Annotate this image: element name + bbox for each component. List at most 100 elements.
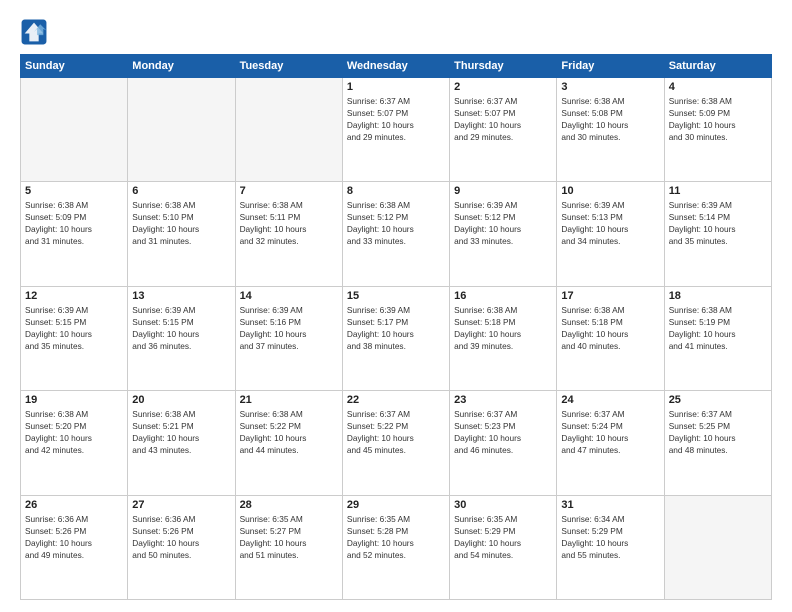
calendar-page: SundayMondayTuesdayWednesdayThursdayFrid… <box>0 0 792 612</box>
day-info: Sunrise: 6:35 AM Sunset: 5:29 PM Dayligh… <box>454 513 552 561</box>
calendar-cell: 27 Sunrise: 6:36 AM Sunset: 5:26 PM Dayli… <box>128 495 235 599</box>
day-info: Sunrise: 6:38 AM Sunset: 5:18 PM Dayligh… <box>454 304 552 352</box>
weekday-header-row: SundayMondayTuesdayWednesdayThursdayFrid… <box>21 55 772 78</box>
day-info: Sunrise: 6:38 AM Sunset: 5:19 PM Dayligh… <box>669 304 767 352</box>
calendar-cell: 23Sunrise: 6:37 AM Sunset: 5:23 PM Dayli… <box>450 391 557 495</box>
day-number: 26 <box>25 499 123 511</box>
weekday-sunday: Sunday <box>21 55 128 78</box>
calendar-cell: 2Sunrise: 6:37 AM Sunset: 5:07 PM Daylig… <box>450 78 557 182</box>
calendar-cell: 26 Sunrise: 6:36 AM Sunset: 5:26 PM Dayli… <box>21 495 128 599</box>
calendar-cell: 18 Sunrise: 6:38 AM Sunset: 5:19 PM Dayli… <box>664 286 771 390</box>
calendar-cell: 31 Sunrise: 6:34 AM Sunset: 5:29 PM Dayli… <box>557 495 664 599</box>
day-number: 16 <box>454 290 552 302</box>
day-number: 29 <box>347 499 445 511</box>
calendar-cell: 30 Sunrise: 6:35 AM Sunset: 5:29 PM Dayli… <box>450 495 557 599</box>
day-info: Sunrise: 6:36 AM Sunset: 5:26 PM Dayligh… <box>132 513 230 561</box>
week-row-3: 19Sunrise: 6:38 AM Sunset: 5:20 PM Dayli… <box>21 391 772 495</box>
top-section <box>20 18 772 46</box>
day-info: Sunrise: 6:39 AM Sunset: 5:15 PM Dayligh… <box>25 304 123 352</box>
day-number: 3 <box>561 81 659 93</box>
day-info: Sunrise: 6:37 AM Sunset: 5:24 PM Dayligh… <box>561 408 659 456</box>
day-number: 2 <box>454 81 552 93</box>
day-number: 5 <box>25 185 123 197</box>
calendar-table: SundayMondayTuesdayWednesdayThursdayFrid… <box>20 54 772 600</box>
week-row-1: 5 Sunrise: 6:38 AM Sunset: 5:09 PM Daylig… <box>21 182 772 286</box>
day-number: 1 <box>347 81 445 93</box>
day-info: Sunrise: 6:38 AM Sunset: 5:09 PM Dayligh… <box>25 199 123 247</box>
logo-icon <box>20 18 48 46</box>
day-info: Sunrise: 6:39 AM Sunset: 5:16 PM Dayligh… <box>240 304 338 352</box>
calendar-cell: 19Sunrise: 6:38 AM Sunset: 5:20 PM Dayli… <box>21 391 128 495</box>
calendar-cell: 1Sunrise: 6:37 AM Sunset: 5:07 PM Daylig… <box>342 78 449 182</box>
calendar-cell <box>235 78 342 182</box>
calendar-cell: 15 Sunrise: 6:39 AM Sunset: 5:17 PM Dayli… <box>342 286 449 390</box>
week-row-2: 12 Sunrise: 6:39 AM Sunset: 5:15 PM Dayli… <box>21 286 772 390</box>
day-number: 9 <box>454 185 552 197</box>
calendar-cell: 8 Sunrise: 6:38 AM Sunset: 5:12 PM Daylig… <box>342 182 449 286</box>
week-row-0: 1Sunrise: 6:37 AM Sunset: 5:07 PM Daylig… <box>21 78 772 182</box>
calendar-cell: 11Sunrise: 6:39 AM Sunset: 5:14 PM Dayli… <box>664 182 771 286</box>
weekday-monday: Monday <box>128 55 235 78</box>
day-info: Sunrise: 6:38 AM Sunset: 5:09 PM Dayligh… <box>669 95 767 143</box>
weekday-wednesday: Wednesday <box>342 55 449 78</box>
day-number: 31 <box>561 499 659 511</box>
day-number: 23 <box>454 394 552 406</box>
calendar-cell: 6 Sunrise: 6:38 AM Sunset: 5:10 PM Daylig… <box>128 182 235 286</box>
day-info: Sunrise: 6:38 AM Sunset: 5:22 PM Dayligh… <box>240 408 338 456</box>
day-info: Sunrise: 6:39 AM Sunset: 5:15 PM Dayligh… <box>132 304 230 352</box>
calendar-cell: 9 Sunrise: 6:39 AM Sunset: 5:12 PM Daylig… <box>450 182 557 286</box>
day-number: 12 <box>25 290 123 302</box>
calendar-cell: 14Sunrise: 6:39 AM Sunset: 5:16 PM Dayli… <box>235 286 342 390</box>
calendar-cell: 10 Sunrise: 6:39 AM Sunset: 5:13 PM Dayli… <box>557 182 664 286</box>
calendar-cell: 21 Sunrise: 6:38 AM Sunset: 5:22 PM Dayli… <box>235 391 342 495</box>
day-info: Sunrise: 6:34 AM Sunset: 5:29 PM Dayligh… <box>561 513 659 561</box>
calendar-cell <box>21 78 128 182</box>
day-number: 17 <box>561 290 659 302</box>
calendar-cell: 16 Sunrise: 6:38 AM Sunset: 5:18 PM Dayli… <box>450 286 557 390</box>
weekday-thursday: Thursday <box>450 55 557 78</box>
day-info: Sunrise: 6:39 AM Sunset: 5:12 PM Dayligh… <box>454 199 552 247</box>
calendar-cell: 3 Sunrise: 6:38 AM Sunset: 5:08 PM Daylig… <box>557 78 664 182</box>
calendar-cell: 28Sunrise: 6:35 AM Sunset: 5:27 PM Dayli… <box>235 495 342 599</box>
day-number: 15 <box>347 290 445 302</box>
calendar-cell: 4 Sunrise: 6:38 AM Sunset: 5:09 PM Daylig… <box>664 78 771 182</box>
day-info: Sunrise: 6:38 AM Sunset: 5:12 PM Dayligh… <box>347 199 445 247</box>
day-info: Sunrise: 6:38 AM Sunset: 5:11 PM Dayligh… <box>240 199 338 247</box>
day-number: 11 <box>669 185 767 197</box>
day-number: 21 <box>240 394 338 406</box>
calendar-cell: 12 Sunrise: 6:39 AM Sunset: 5:15 PM Dayli… <box>21 286 128 390</box>
day-number: 20 <box>132 394 230 406</box>
day-number: 6 <box>132 185 230 197</box>
weekday-saturday: Saturday <box>664 55 771 78</box>
day-number: 7 <box>240 185 338 197</box>
calendar-cell: 25Sunrise: 6:37 AM Sunset: 5:25 PM Dayli… <box>664 391 771 495</box>
weekday-friday: Friday <box>557 55 664 78</box>
calendar-cell: 17 Sunrise: 6:38 AM Sunset: 5:18 PM Dayli… <box>557 286 664 390</box>
day-number: 4 <box>669 81 767 93</box>
calendar-cell: 5 Sunrise: 6:38 AM Sunset: 5:09 PM Daylig… <box>21 182 128 286</box>
day-info: Sunrise: 6:38 AM Sunset: 5:21 PM Dayligh… <box>132 408 230 456</box>
calendar-cell: 7 Sunrise: 6:38 AM Sunset: 5:11 PM Daylig… <box>235 182 342 286</box>
day-info: Sunrise: 6:36 AM Sunset: 5:26 PM Dayligh… <box>25 513 123 561</box>
day-info: Sunrise: 6:38 AM Sunset: 5:10 PM Dayligh… <box>132 199 230 247</box>
day-info: Sunrise: 6:38 AM Sunset: 5:08 PM Dayligh… <box>561 95 659 143</box>
calendar-cell: 24 Sunrise: 6:37 AM Sunset: 5:24 PM Dayli… <box>557 391 664 495</box>
calendar-cell: 22Sunrise: 6:37 AM Sunset: 5:22 PM Dayli… <box>342 391 449 495</box>
weekday-tuesday: Tuesday <box>235 55 342 78</box>
day-info: Sunrise: 6:35 AM Sunset: 5:27 PM Dayligh… <box>240 513 338 561</box>
day-number: 27 <box>132 499 230 511</box>
day-number: 10 <box>561 185 659 197</box>
day-info: Sunrise: 6:39 AM Sunset: 5:17 PM Dayligh… <box>347 304 445 352</box>
day-number: 24 <box>561 394 659 406</box>
day-info: Sunrise: 6:38 AM Sunset: 5:18 PM Dayligh… <box>561 304 659 352</box>
day-info: Sunrise: 6:39 AM Sunset: 5:13 PM Dayligh… <box>561 199 659 247</box>
day-number: 30 <box>454 499 552 511</box>
day-number: 22 <box>347 394 445 406</box>
day-number: 19 <box>25 394 123 406</box>
day-number: 18 <box>669 290 767 302</box>
day-number: 25 <box>669 394 767 406</box>
calendar-cell: 20 Sunrise: 6:38 AM Sunset: 5:21 PM Dayli… <box>128 391 235 495</box>
week-row-4: 26 Sunrise: 6:36 AM Sunset: 5:26 PM Dayli… <box>21 495 772 599</box>
day-number: 8 <box>347 185 445 197</box>
calendar-cell: 29Sunrise: 6:35 AM Sunset: 5:28 PM Dayli… <box>342 495 449 599</box>
